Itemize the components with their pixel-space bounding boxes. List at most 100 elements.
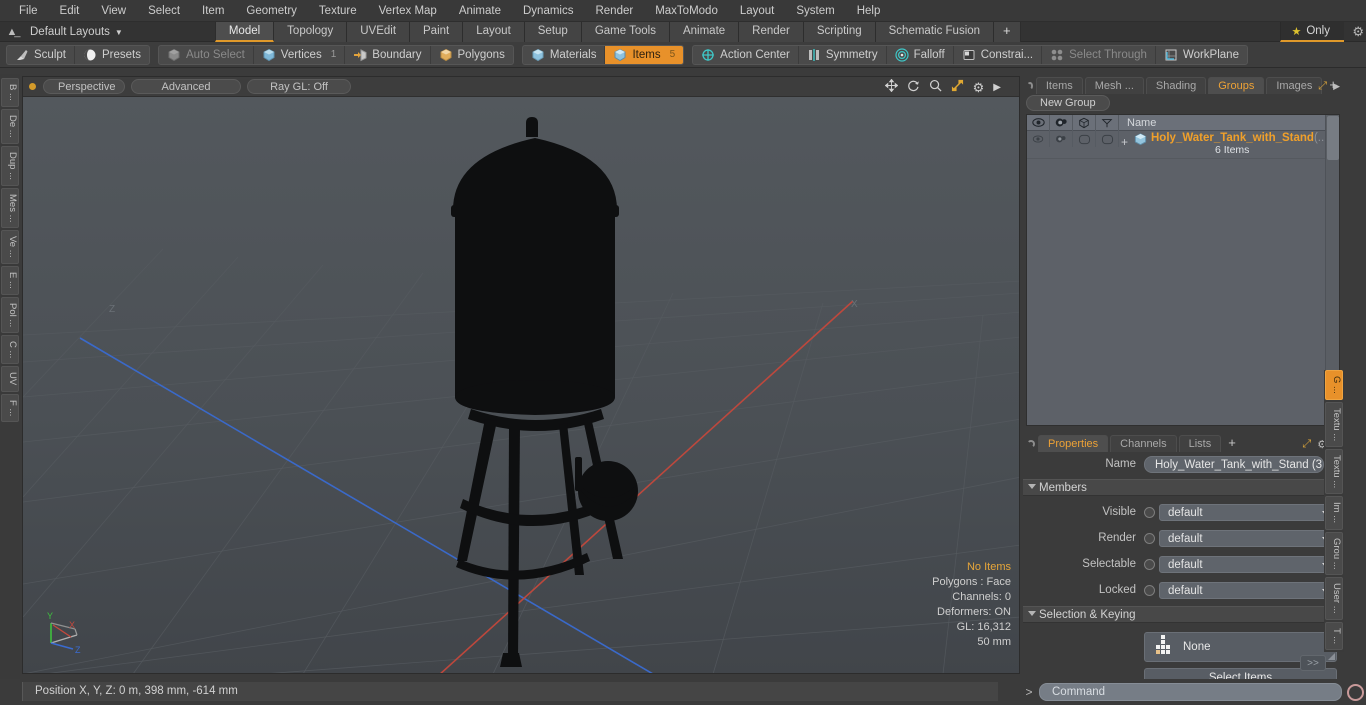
default-layouts-label[interactable]: Default Layouts ▼	[24, 26, 123, 38]
row-render-icon[interactable]	[1050, 131, 1073, 147]
tab-uvedit[interactable]: UVEdit	[347, 21, 411, 42]
selectable-dropdown[interactable]: default	[1159, 555, 1337, 573]
menu-item-help[interactable]: Help	[846, 0, 892, 22]
items-button[interactable]: Items 5	[605, 45, 684, 64]
tab-layout[interactable]: Layout	[463, 21, 525, 42]
panel-menu-dot-icon[interactable]	[1027, 82, 1033, 90]
polygons-button[interactable]: Polygons	[431, 46, 513, 64]
menu-item-layout[interactable]: Layout	[729, 0, 786, 22]
members-section-header[interactable]: Members	[1023, 479, 1343, 496]
menu-item-geometry[interactable]: Geometry	[235, 0, 308, 22]
vertices-button[interactable]: Vertices 1	[254, 45, 346, 64]
group-list-scrollbar-thumb[interactable]	[1327, 116, 1339, 160]
menu-item-select[interactable]: Select	[137, 0, 191, 22]
sculpt-button[interactable]: Sculpt	[7, 45, 75, 64]
right-rail-tab-1[interactable]: Textu ...	[1325, 401, 1343, 448]
viewport-shading-dropdown[interactable]: Advanced	[131, 79, 241, 94]
panel-tab-groups[interactable]: Groups	[1208, 77, 1265, 94]
group-row-name[interactable]: Holy_Water_Tank_with_Stand(...	[1119, 132, 1339, 144]
right-rail-tab-4[interactable]: Grou ...	[1325, 531, 1343, 576]
right-rail-tab-3[interactable]: Im ...	[1325, 496, 1343, 530]
rotate-icon[interactable]	[907, 79, 920, 95]
expander-plus-icon[interactable]: +	[1121, 135, 1128, 149]
locked-radio[interactable]	[1144, 584, 1155, 596]
menu-item-dynamics[interactable]: Dynamics	[512, 0, 584, 22]
right-rail-tab-6[interactable]: T ...	[1325, 621, 1343, 651]
visible-dropdown[interactable]: default	[1159, 503, 1337, 521]
menu-item-vertex-map[interactable]: Vertex Map	[368, 0, 448, 22]
row-eye-icon[interactable]	[1027, 131, 1050, 147]
tab-render[interactable]: Render	[739, 21, 804, 42]
right-rail-tab-5[interactable]: User ...	[1325, 577, 1343, 620]
materials-button[interactable]: Materials	[523, 45, 606, 64]
tab-topology[interactable]: Topology	[274, 21, 348, 42]
falloff-button[interactable]: Falloff	[887, 45, 954, 64]
symmetry-button[interactable]: Symmetry	[799, 45, 887, 64]
properties-maximize-icon[interactable]: ⤢	[1302, 438, 1311, 451]
viewport-raygl-dropdown[interactable]: Ray GL: Off	[247, 79, 351, 94]
menu-item-maxtomodo[interactable]: MaxToModo	[644, 0, 729, 22]
record-circle-icon[interactable]	[1347, 683, 1364, 701]
left-rail-tab-2[interactable]: Dup ...	[1, 145, 19, 186]
presets-button[interactable]: Presets	[75, 46, 149, 64]
home-icon[interactable]: ▲̲	[0, 26, 24, 38]
tab-paint[interactable]: Paint	[410, 21, 464, 42]
panel-more-arrow-icon[interactable]: ▶	[1333, 81, 1340, 92]
properties-add-tab-button[interactable]: +	[1223, 435, 1241, 452]
table-row[interactable]: + Holy_Water_Tank_with_Stand(... 6 Items	[1027, 131, 1339, 159]
add-tab-button[interactable]: +	[994, 21, 1021, 42]
constraint-button[interactable]: Constrai...	[954, 45, 1043, 64]
render-dropdown[interactable]: default	[1159, 529, 1337, 547]
workplane-button[interactable]: WorkPlane	[1156, 46, 1247, 64]
tab-properties[interactable]: Properties	[1038, 435, 1109, 452]
viewport-menu-dot-icon[interactable]	[29, 83, 36, 90]
panel-tab-mesh[interactable]: Mesh ...	[1084, 77, 1144, 94]
left-rail-tab-9[interactable]: F ...	[1, 393, 19, 422]
zoom-icon[interactable]	[929, 79, 942, 95]
left-rail-tab-8[interactable]: UV	[1, 366, 19, 392]
properties-name-field[interactable]: Holy_Water_Tank_with_Stand (3)	[1144, 455, 1324, 473]
tab-schematic-fusion[interactable]: Schematic Fusion	[875, 21, 995, 42]
properties-menu-dot-icon[interactable]	[1027, 440, 1035, 448]
selectable-radio[interactable]	[1144, 558, 1155, 570]
visible-radio[interactable]	[1144, 506, 1155, 518]
menu-item-animate[interactable]: Animate	[448, 0, 512, 22]
gear-icon[interactable]: ⚙	[1352, 24, 1364, 40]
left-rail-tab-4[interactable]: Ve ...	[1, 230, 19, 264]
tab-lists[interactable]: Lists	[1178, 435, 1222, 452]
render-radio[interactable]	[1144, 532, 1155, 544]
left-rail-tab-7[interactable]: C ...	[1, 334, 19, 365]
panel-tab-shading[interactable]: Shading	[1145, 77, 1207, 94]
right-rail-tab-2[interactable]: Textu ...	[1325, 449, 1343, 495]
auto-select-button[interactable]: Auto Select	[159, 45, 254, 64]
new-group-button[interactable]: New Group	[1026, 95, 1110, 111]
panel-maximize-icon[interactable]: ⤢	[1318, 80, 1327, 93]
menu-item-render[interactable]: Render	[584, 0, 644, 22]
action-center-button[interactable]: Action Center	[693, 45, 799, 64]
left-rail-tab-6[interactable]: Pol ...	[1, 296, 19, 333]
panel-tab-items[interactable]: Items	[1035, 77, 1083, 94]
play-arrow-icon[interactable]: ▶	[993, 80, 1001, 95]
only-toggle-button[interactable]: ★ Only	[1280, 22, 1344, 42]
menu-item-view[interactable]: View	[90, 0, 137, 22]
tab-animate[interactable]: Animate	[669, 21, 740, 42]
selection-keying-section-header[interactable]: Selection & Keying	[1023, 606, 1343, 623]
menu-item-edit[interactable]: Edit	[49, 0, 91, 22]
expand-panel-button[interactable]: >>	[1300, 655, 1326, 671]
left-rail-tab-3[interactable]: Mes ...	[1, 187, 19, 229]
tab-channels[interactable]: Channels	[1110, 435, 1177, 452]
boundary-button[interactable]: Boundary	[345, 45, 431, 64]
left-rail-tab-1[interactable]: De ...	[1, 108, 19, 144]
menu-item-texture[interactable]: Texture	[308, 0, 368, 22]
gear-icon[interactable]: ⚙	[973, 80, 985, 95]
viewport-3d[interactable]: Perspective Advanced Ray GL: Off ⚙ ▶ Z X…	[22, 76, 1020, 674]
menu-item-item[interactable]: Item	[191, 0, 235, 22]
move-icon[interactable]	[884, 78, 898, 95]
viewport-projection-dropdown[interactable]: Perspective	[43, 79, 125, 94]
row-selectable-toggle[interactable]	[1073, 131, 1096, 147]
viewport-canvas[interactable]: Z X No Items Polygons: Face Channels: 0…	[23, 97, 1019, 673]
row-lock-toggle[interactable]	[1096, 131, 1119, 147]
tab-setup[interactable]: Setup	[524, 21, 582, 42]
fit-icon[interactable]	[951, 79, 964, 95]
menu-item-system[interactable]: System	[785, 0, 845, 22]
